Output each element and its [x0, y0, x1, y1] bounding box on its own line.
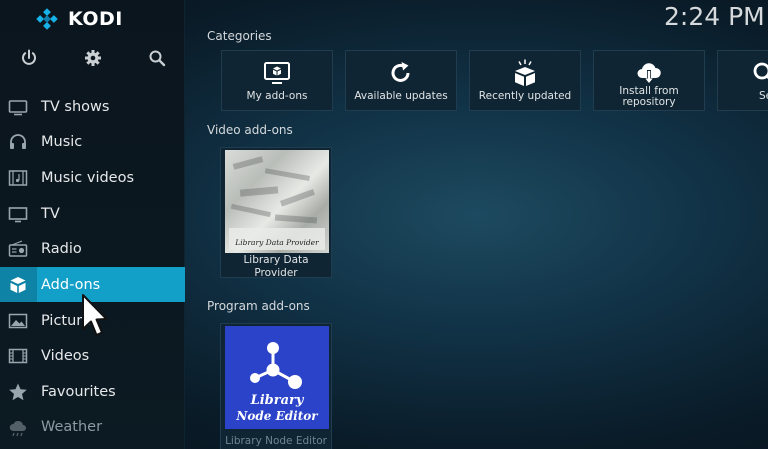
sidebar-item-label: Favourites	[41, 383, 116, 400]
sidebar-item-label: TV shows	[41, 98, 110, 115]
program-addons-heading: Program add-ons	[207, 299, 310, 313]
sidebar-item-videos[interactable]: Videos	[0, 338, 185, 373]
kodi-logo-icon	[36, 8, 58, 30]
refresh-icon	[391, 62, 410, 82]
addon-library-node-editor[interactable]: Library Node Editor Library Node Editor	[220, 323, 332, 449]
sidebar-item-radio[interactable]: Radio	[0, 231, 185, 266]
sidebar-item-music[interactable]: Music	[0, 124, 185, 159]
category-search[interactable]: Se	[717, 50, 768, 111]
top-icon-bar	[0, 48, 185, 70]
box-sparkle-icon	[515, 59, 535, 86]
pictures-icon	[8, 313, 28, 328]
monitor-box-icon	[264, 62, 290, 84]
gear-icon[interactable]	[83, 48, 103, 68]
category-recently-updated[interactable]: Recently updated	[469, 50, 581, 111]
category-my-addons[interactable]: My add-ons	[221, 50, 333, 111]
video-addons-heading: Video add-ons	[207, 123, 293, 137]
radio-icon	[8, 239, 28, 257]
power-icon[interactable]	[19, 48, 39, 68]
thumbnail-title-line-1: Library	[250, 393, 304, 408]
clock: 2:24 PM	[664, 2, 765, 31]
videos-icon	[8, 348, 28, 363]
library-data-provider-thumbnail: Library Data Provider	[225, 150, 329, 253]
sidebar-item-label: Music videos	[41, 169, 135, 186]
tv-icon	[8, 206, 28, 222]
category-label: Recently updated	[478, 90, 572, 102]
sidebar-item-music-videos[interactable]: Music videos	[0, 160, 185, 195]
kodi-logo: KODI	[36, 8, 123, 30]
search-icon	[753, 62, 768, 80]
sidebar-item-weather[interactable]: Weather	[0, 409, 185, 444]
sidebar-item-label: Add-ons	[41, 276, 101, 293]
weather-icon	[9, 420, 27, 436]
sidebar-item-label: Music	[41, 133, 83, 150]
star-icon	[9, 383, 27, 400]
sidebar-item-label: Videos	[41, 347, 90, 364]
library-node-editor-thumbnail: Library Node Editor	[225, 326, 329, 429]
addon-label: Library Data Provider	[243, 254, 309, 279]
category-label: My add-ons	[246, 90, 308, 102]
tv-shows-icon	[8, 99, 28, 115]
sidebar-item-tv-shows[interactable]: TV shows	[0, 89, 185, 124]
category-available-updates[interactable]: Available updates	[345, 50, 457, 111]
mouse-cursor-icon	[82, 294, 108, 336]
category-install-from-repository[interactable]: Install from repository	[593, 50, 705, 111]
category-label: Se	[759, 90, 768, 102]
addon-label: Library Node Editor	[225, 435, 327, 447]
sidebar-item-label: Radio	[41, 240, 82, 257]
thumbnail-title: Library Data Provider	[235, 238, 319, 247]
music-videos-icon	[8, 169, 28, 186]
sidebar-item-label: Weather	[41, 418, 103, 435]
categories-heading: Categories	[207, 29, 272, 43]
thumbnail-title-line-2: Node Editor	[236, 409, 318, 423]
app-name: KODI	[68, 8, 123, 30]
cloud-download-icon	[637, 63, 661, 84]
addon-library-data-provider[interactable]: Library Data Provider Library Data Provi…	[220, 147, 332, 279]
addons-box-icon	[10, 276, 26, 293]
sidebar-item-tv[interactable]: TV	[0, 196, 185, 231]
headphones-icon	[10, 133, 26, 149]
category-label: Available updates	[354, 90, 448, 102]
sidebar-item-label: TV	[41, 205, 60, 222]
category-label: Install from repository	[619, 85, 679, 108]
sidebar-item-favourites[interactable]: Favourites	[0, 374, 185, 409]
search-icon[interactable]	[147, 48, 167, 68]
sidebar: KODI TV shows Music Music videos TV Radi…	[0, 0, 185, 449]
